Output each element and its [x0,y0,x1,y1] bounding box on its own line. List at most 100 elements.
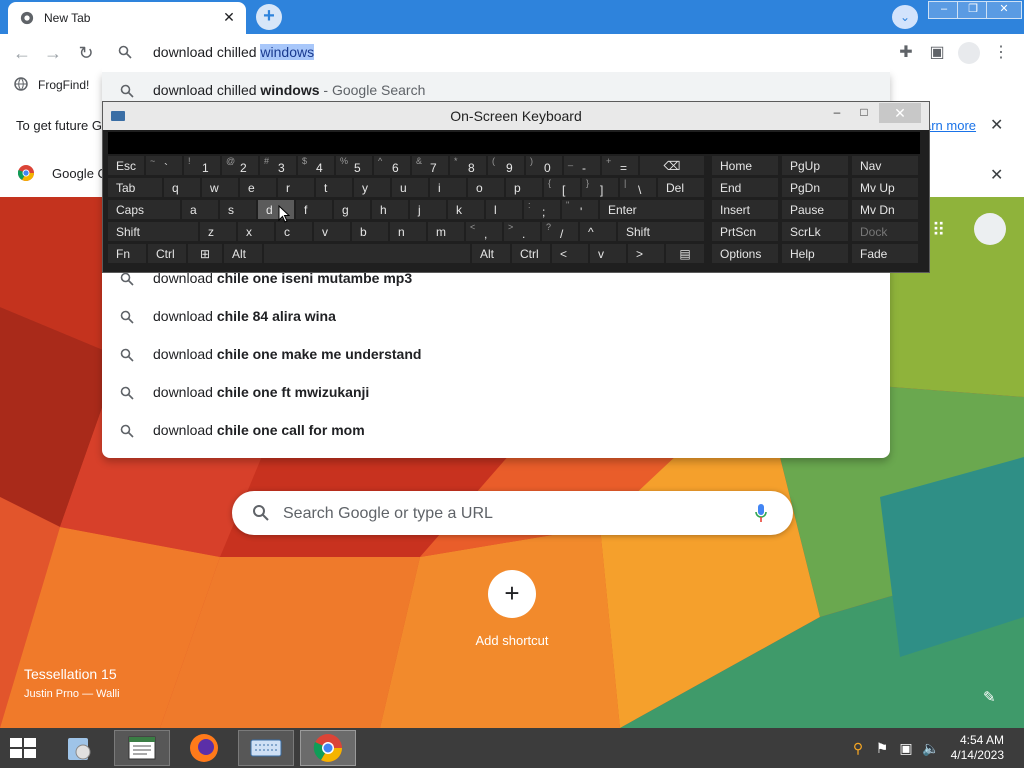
apps-grid-icon[interactable]: ⠿ [932,220,945,241]
key-symbol[interactable]: | \ [619,177,657,198]
key-2[interactable]: @2 [221,155,259,176]
key-m[interactable]: m [427,221,465,242]
close-window-button[interactable]: ✕ [986,1,1022,19]
key-caps[interactable]: Caps [107,199,181,220]
key-scrlk[interactable]: ScrLk [781,221,849,242]
key-y[interactable]: y [353,177,391,198]
key-7[interactable]: & 7 [411,155,449,176]
account-avatar[interactable] [974,213,1006,245]
key-s[interactable]: s [219,199,257,220]
key-pgdn[interactable]: PgDn [781,177,849,198]
tab-search-chevron-icon[interactable]: ⌄ [892,5,918,29]
key-symbol[interactable]: > [627,243,665,264]
restore-window-button[interactable]: ❐ [957,1,989,19]
tab-close-icon[interactable]: ✕ [220,8,238,26]
newtab-search-box[interactable]: Search Google or type a URL [232,491,793,535]
back-arrow-icon[interactable]: ← [11,42,33,64]
key-k[interactable]: k [447,199,485,220]
key-symbol[interactable]: <, [465,221,503,242]
suggestion-row[interactable]: download chile one ft mwizukanji [102,374,890,412]
key-f[interactable]: f [295,199,333,220]
search-tray-icon[interactable]: ⚲ [850,740,866,756]
microphone-icon[interactable] [754,503,768,523]
edit-pencil-icon[interactable]: ✎ [983,688,996,706]
key-tab[interactable]: Tab [107,177,163,198]
key-dock[interactable]: Dock [851,221,919,242]
key-symbol[interactable]: ⌫ [639,155,705,176]
new-tab-button[interactable]: + [256,4,282,30]
key-fade[interactable]: Fade [851,243,919,264]
taskbar-chrome[interactable] [300,730,356,766]
key-nav[interactable]: Nav [851,155,919,176]
key-n[interactable]: n [389,221,427,242]
forward-arrow-icon[interactable]: → [42,42,64,64]
key-8[interactable]: * 8 [449,155,487,176]
key-6[interactable]: ^ 6 [373,155,411,176]
close-icon[interactable]: ✕ [990,115,1003,135]
volume-muted-icon[interactable]: 🔈 [922,740,939,756]
key-mvdn[interactable]: Mv Dn [851,199,919,220]
key-fn[interactable]: Fn [107,243,147,264]
key-1[interactable]: ! 1 [183,155,221,176]
key-pgup[interactable]: PgUp [781,155,849,176]
osk-minimize-button[interactable]: – [825,105,849,123]
key-5[interactable]: % 5 [335,155,373,176]
info-bar-learn-more-link[interactable]: arn more [924,118,976,133]
taskbar-recycle-bin[interactable] [52,730,108,766]
address-bar-text[interactable]: download chilled windows [153,44,315,60]
key-symbol[interactable]: >. [503,221,541,242]
taskbar-notepad[interactable] [114,730,170,766]
key-pause[interactable]: Pause [781,199,849,220]
key-ctrl[interactable]: Ctrl [511,243,551,264]
key-home[interactable]: Home [711,155,779,176]
action-center-flag-icon[interactable]: ⚑ [874,740,890,756]
key-t[interactable]: t [315,177,353,198]
key-end[interactable]: End [711,177,779,198]
key-prtscn[interactable]: PrtScn [711,221,779,242]
key-space[interactable] [263,243,471,264]
key-symbol[interactable]: + = [601,155,639,176]
profile-avatar[interactable] [958,42,980,64]
osk-maximize-button[interactable]: □ [852,105,876,123]
key-mvup[interactable]: Mv Up [851,177,919,198]
side-panel-icon[interactable]: ▣ [926,42,948,64]
key-b[interactable]: b [351,221,389,242]
key-x[interactable]: x [237,221,275,242]
key-z[interactable]: z [199,221,237,242]
key-help[interactable]: Help [781,243,849,264]
key-o[interactable]: o [467,177,505,198]
bookmark-frogfind[interactable]: FrogFind! [38,78,89,92]
key-symbol[interactable]: }] [581,177,619,198]
key-g[interactable]: g [333,199,371,220]
key-symbol[interactable]: ~ ` [145,155,183,176]
menu-kebab-icon[interactable]: ⋮ [990,42,1012,64]
wallpaper-author[interactable]: Justin Prno — Walli [24,688,120,700]
key-q[interactable]: q [163,177,201,198]
osk-close-button[interactable]: ✕ [879,103,921,123]
key-j[interactable]: j [409,199,447,220]
key-c[interactable]: c [275,221,313,242]
key-options[interactable]: Options [711,243,779,264]
key-insert[interactable]: Insert [711,199,779,220]
key-symbol[interactable]: ^ [579,221,617,242]
key-shift[interactable]: Shift [107,221,199,242]
key-symbol[interactable]: _ - [563,155,601,176]
network-icon[interactable]: ▣ [898,740,914,756]
key-p[interactable]: p [505,177,543,198]
taskbar-firefox[interactable] [176,730,232,766]
key-i[interactable]: i [429,177,467,198]
key-e[interactable]: e [239,177,277,198]
key-9[interactable]: (9 [487,155,525,176]
key-symbol[interactable]: < [551,243,589,264]
key-u[interactable]: u [391,177,429,198]
key-h[interactable]: h [371,199,409,220]
suggestion-row[interactable]: download chile one call for mom [102,412,890,450]
address-bar[interactable]: download chilled windows [102,34,890,72]
key-l[interactable]: l [485,199,523,220]
key-a[interactable]: a [181,199,219,220]
key-symbol[interactable]: ? / [541,221,579,242]
key-alt[interactable]: Alt [471,243,511,264]
key-v[interactable]: v [313,221,351,242]
osk-titlebar[interactable]: On-Screen Keyboard – □ ✕ [103,102,929,130]
key-esc[interactable]: Esc [107,155,145,176]
